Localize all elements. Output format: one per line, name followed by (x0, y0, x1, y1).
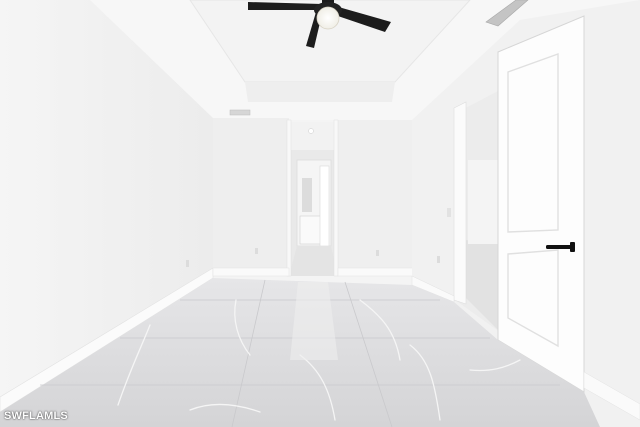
wall-outlet (376, 250, 379, 256)
right-door-frame (453, 101, 467, 305)
open-door[interactable] (497, 15, 585, 393)
door-handle-rose (570, 242, 575, 252)
tray-ceiling-step (245, 82, 395, 102)
hallway-cabinet (299, 215, 323, 245)
light-switch (447, 208, 451, 217)
back-wall-left (213, 118, 289, 276)
wall-outlet (437, 256, 440, 263)
wall-outlet (255, 248, 258, 254)
hallway-frame-left (286, 119, 292, 277)
wall-outlet (186, 260, 189, 267)
back-baseboard-left (212, 267, 290, 277)
hallway-frame-right (333, 119, 339, 277)
right-doorway-inner-wall (468, 160, 500, 244)
back-baseboard-right (337, 267, 415, 277)
hallway-floor (289, 246, 338, 276)
hallway-ceiling (289, 122, 338, 150)
hallway-mirror (302, 178, 312, 212)
room-scene (0, 0, 640, 427)
door-handle-icon[interactable] (546, 245, 574, 249)
recessed-light (308, 128, 314, 134)
air-vent-icon (229, 109, 251, 116)
watermark: SWFLAMLS (4, 410, 68, 422)
hallway-doorway-right (319, 165, 330, 247)
